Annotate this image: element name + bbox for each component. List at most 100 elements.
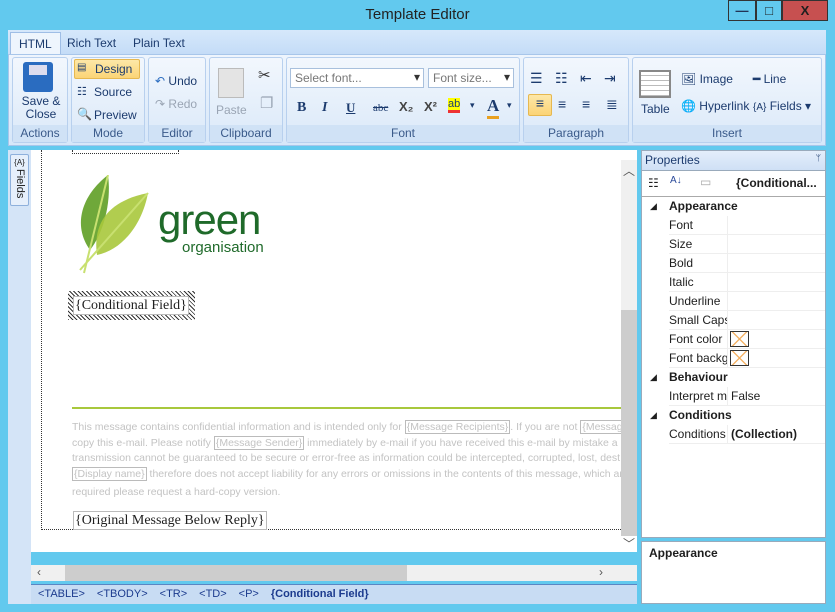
breadcrumb-item[interactable]: <TABLE> — [38, 588, 85, 600]
underline-button[interactable]: U — [346, 100, 355, 116]
image-button[interactable]: 🖼 Image — [681, 72, 733, 86]
fields-tab-label: Fields — [14, 169, 26, 199]
property-pages-icon[interactable]: ▭ — [700, 175, 711, 189]
numbered-list-icon[interactable]: ☰ — [530, 70, 543, 87]
property-row[interactable]: Small Caps — [669, 311, 825, 330]
vertical-scrollbar[interactable] — [621, 160, 637, 536]
property-value[interactable]: False — [727, 387, 760, 405]
close-button[interactable]: X — [782, 0, 828, 21]
save-close-button[interactable]: Save & Close — [17, 95, 65, 121]
breadcrumb-item[interactable]: <TR> — [160, 588, 188, 600]
copy-icon[interactable]: ❐ — [260, 94, 273, 112]
collapse-icon[interactable]: ◢ — [650, 406, 657, 425]
category-label: Appearance — [669, 199, 738, 213]
collapse-icon[interactable]: ◢ — [650, 368, 657, 387]
scroll-up-icon[interactable]: ︿ — [623, 162, 635, 179]
property-row[interactable]: Size — [669, 235, 825, 254]
category-conditions[interactable]: ◢ Conditions — [642, 406, 825, 425]
group-label: Insert — [633, 125, 821, 142]
property-row[interactable]: Conditions (Collection) — [669, 425, 825, 444]
field-message-recipients[interactable]: {Message Recipients} — [404, 420, 511, 434]
hyperlink-button[interactable]: 🌐 Hyperlink — [681, 99, 749, 113]
conditional-field[interactable]: {Conditional Field} — [73, 296, 189, 315]
group-label: Paragraph — [524, 125, 628, 142]
scroll-right-icon[interactable]: › — [599, 565, 603, 579]
property-row[interactable]: Font backg — [669, 349, 825, 368]
font-color-dropdown-icon[interactable]: ▾ — [507, 100, 512, 111]
alphabetical-icon[interactable]: A↓ — [670, 175, 682, 186]
color-swatch-empty-icon[interactable] — [730, 331, 749, 347]
property-value[interactable] — [727, 254, 731, 272]
property-row[interactable]: Font — [669, 216, 825, 235]
property-row[interactable]: Underline — [669, 292, 825, 311]
tab-plain-text[interactable]: Plain Text — [125, 32, 193, 54]
categorized-icon[interactable]: ☷ — [648, 176, 659, 190]
redo-button[interactable]: ↷ Redo — [155, 97, 197, 111]
highlight-dropdown-icon[interactable]: ▾ — [470, 100, 475, 111]
font-color-button[interactable]: A — [487, 96, 500, 119]
undo-button[interactable]: ↶ Undo — [155, 74, 197, 88]
minimize-button[interactable]: — — [728, 0, 756, 21]
fields-side-tab[interactable]: {A} Fields — [10, 154, 29, 206]
breadcrumb-item[interactable]: <P> — [239, 588, 259, 600]
align-right-button[interactable]: ≡ — [582, 96, 590, 112]
color-swatch-empty-icon[interactable] — [730, 350, 749, 366]
scroll-left-icon[interactable]: ‹ — [37, 565, 41, 579]
strikethrough-button[interactable]: abc — [373, 102, 388, 114]
scroll-thumb[interactable] — [621, 310, 637, 536]
subscript-button[interactable]: X₂ — [399, 99, 413, 114]
breadcrumb-item[interactable]: <TD> — [199, 588, 227, 600]
collapse-icon[interactable]: ◢ — [650, 197, 657, 216]
preview-button[interactable]: Preview — [94, 108, 137, 122]
tab-rich-text[interactable]: Rich Text — [59, 32, 124, 54]
highlight-button[interactable]: ab — [448, 98, 461, 113]
property-value[interactable] — [727, 292, 731, 310]
indent-icon[interactable]: ⇥ — [604, 70, 616, 87]
property-row[interactable]: Bold — [669, 254, 825, 273]
tab-html[interactable]: HTML — [10, 32, 61, 54]
property-value[interactable] — [727, 311, 731, 329]
align-center-button[interactable]: ≡ — [558, 96, 566, 112]
justify-button[interactable]: ≣ — [606, 96, 618, 113]
ribbon: Save & Close Actions Design Source Previ… — [8, 54, 826, 146]
fields-button[interactable]: {A} Fields ▾ — [753, 99, 811, 113]
property-name: Interpret m — [669, 389, 727, 403]
field-display-name[interactable]: {Display name} — [72, 466, 147, 481]
property-row[interactable]: Interpret m False — [669, 387, 825, 406]
superscript-button[interactable]: X² — [424, 99, 437, 114]
align-left-button[interactable]: ≡ — [528, 94, 552, 116]
pin-icon[interactable]: ᛘ — [816, 153, 821, 163]
font-size-select[interactable]: Font size... — [428, 68, 514, 88]
field-message-sender[interactable]: {Message Sender} — [213, 435, 305, 450]
property-row[interactable]: Font color — [669, 330, 825, 349]
property-value[interactable]: (Collection) — [727, 425, 797, 443]
horizontal-scrollbar[interactable]: ‹ › — [31, 565, 637, 581]
outdent-icon[interactable]: ⇤ — [580, 70, 592, 87]
original-message-field[interactable]: {Original Message Below Reply} — [73, 511, 267, 530]
italic-button[interactable]: I — [322, 100, 327, 116]
fields-icon: {A} — [14, 158, 25, 167]
source-button[interactable]: Source — [94, 85, 132, 99]
table-button[interactable]: Table — [641, 102, 670, 116]
bold-button[interactable]: B — [297, 100, 306, 116]
scroll-down-icon[interactable]: ﹀ — [623, 535, 635, 552]
bullet-list-icon[interactable]: ☷ — [555, 70, 568, 87]
line-button[interactable]: ━ Line — [753, 72, 786, 86]
category-appearance[interactable]: ◢ Appearance — [642, 197, 825, 216]
field-message[interactable]: {Messag — [580, 420, 621, 434]
breadcrumb-item[interactable]: {Conditional Field} — [271, 588, 369, 600]
paste-button[interactable]: Paste — [216, 103, 247, 117]
scroll-thumb[interactable] — [65, 565, 407, 581]
property-value[interactable] — [727, 216, 731, 234]
property-value[interactable] — [727, 273, 731, 291]
group-mode: Design Source Preview ▤ ☷ 🔍 Mode — [71, 57, 145, 143]
property-value[interactable] — [727, 235, 731, 253]
cut-icon[interactable]: ✂ — [258, 66, 271, 84]
category-behaviour[interactable]: ◢ Behaviour — [642, 368, 825, 387]
maximize-button[interactable]: □ — [756, 0, 782, 21]
property-row[interactable]: Italic — [669, 273, 825, 292]
font-select[interactable]: Select font... — [290, 68, 424, 88]
group-label: Actions — [13, 125, 67, 142]
breadcrumb-item[interactable]: <TBODY> — [97, 588, 148, 600]
group-label: Mode — [72, 125, 144, 142]
